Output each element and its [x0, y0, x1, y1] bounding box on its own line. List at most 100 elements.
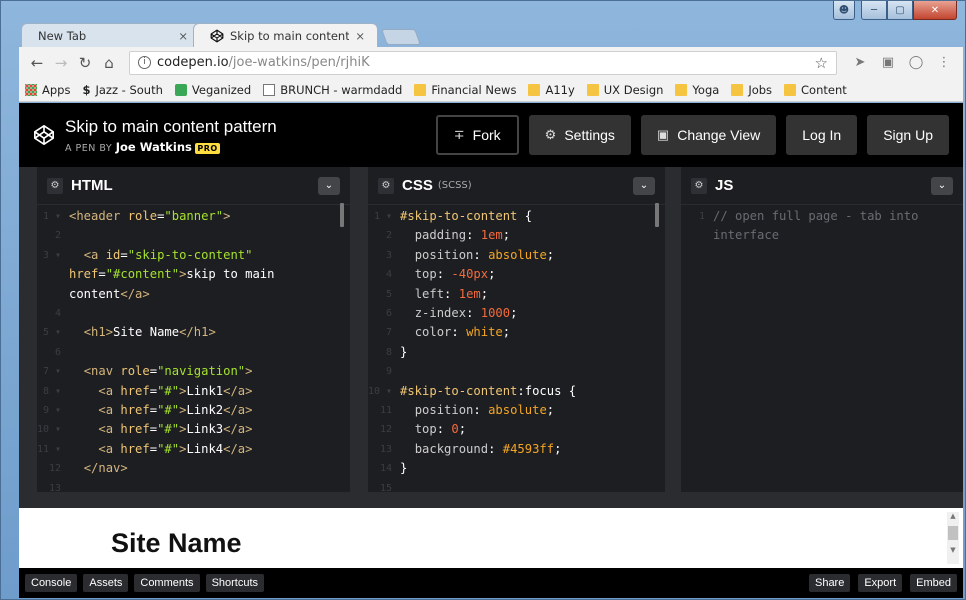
bookmark-veganized[interactable]: Veganized — [174, 82, 252, 97]
share-button[interactable]: Share — [808, 574, 851, 592]
css-editor-title: CSS — [402, 177, 433, 194]
bookmark-label: Apps — [42, 82, 71, 97]
author-link[interactable]: Joe Watkins — [116, 140, 192, 154]
codepen-footer: Console Assets Comments Shortcuts Share … — [19, 568, 963, 598]
bookmark-brunch[interactable]: BRUNCH - warmdadd — [263, 83, 402, 97]
pro-badge: PRO — [195, 142, 220, 154]
html-editor-header: ⚙ HTML ⌄ — [37, 167, 350, 205]
result-preview: Site Name ▲ ▼ — [19, 508, 963, 568]
bookmark-folder-a11y[interactable]: A11y — [528, 82, 575, 97]
close-tab-icon[interactable]: × — [178, 29, 188, 43]
folder-icon — [586, 83, 599, 96]
forward-arrow-icon[interactable]: → — [51, 54, 71, 72]
settings-button[interactable]: ⚙ Settings — [528, 115, 631, 155]
fork-button[interactable]: ∓ Fork — [435, 115, 519, 155]
signup-button[interactable]: Sign Up — [867, 115, 949, 155]
browser-toolbar: ← → ↻ ⌂ i codepen.io /joe-watkins/pen/rj… — [19, 47, 963, 78]
folder-icon — [414, 83, 427, 96]
extension-arrow-icon[interactable]: ➤ — [849, 55, 871, 70]
pen-title: Skip to main content pattern — [65, 116, 277, 136]
bookmark-label: Veganized — [191, 82, 252, 97]
css-editor-scrollbar[interactable] — [655, 203, 659, 227]
tab-label: New Tab — [38, 28, 87, 43]
info-icon[interactable]: i — [138, 56, 151, 69]
gear-icon[interactable]: ⚙ — [47, 177, 63, 194]
bookmark-folder-content[interactable]: Content — [784, 83, 847, 97]
codepen-logo-icon[interactable] — [33, 124, 55, 146]
chevron-down-icon[interactable]: ⌄ — [318, 176, 340, 195]
folder-icon — [731, 83, 744, 96]
tab-codepen[interactable]: Skip to main content pat × — [193, 23, 378, 47]
url-host: codepen.io — [157, 55, 229, 70]
extension-circle-icon[interactable]: ◯ — [905, 55, 927, 70]
reload-icon[interactable]: ↻ — [75, 54, 95, 72]
embed-button[interactable]: Embed — [910, 574, 957, 592]
export-button[interactable]: Export — [858, 574, 903, 592]
byline-prefix: A PEN BY — [65, 142, 113, 154]
bookmark-folder-financial-news[interactable]: Financial News — [414, 83, 516, 97]
preview-resize-bar[interactable] — [19, 492, 963, 508]
tab-new-tab[interactable]: New Tab × — [21, 23, 201, 47]
bookmark-folder-yoga[interactable]: Yoga — [675, 83, 719, 97]
gear-icon[interactable]: ⚙ — [378, 177, 394, 194]
fork-label: Fork — [472, 127, 501, 143]
chevron-down-icon[interactable]: ⌄ — [931, 176, 953, 195]
change-view-button[interactable]: ▣ Change View — [640, 115, 777, 155]
address-bar[interactable]: i codepen.io /joe-watkins/pen/rjhiK ☆ — [129, 50, 837, 75]
browser-window: ☻ ─ ▢ ✕ New Tab × Skip to main content p… — [0, 0, 966, 600]
folder-icon — [528, 83, 541, 96]
preview-scrollbar[interactable]: ▲ ▼ — [947, 512, 959, 564]
bookmark-star-icon[interactable]: ☆ — [815, 54, 828, 72]
settings-label: Settings — [564, 127, 615, 143]
assets-button[interactable]: Assets — [83, 574, 129, 592]
console-button[interactable]: Console — [25, 574, 78, 592]
bookmark-apps[interactable]: Apps — [25, 83, 70, 97]
scroll-thumb[interactable] — [948, 526, 958, 540]
codepen-favicon-icon — [210, 29, 224, 42]
bookmarks-bar: Apps $ Jazz - South Veganized BRUNCH - w… — [19, 78, 963, 102]
css-preprocessor-label: (SCSS) — [437, 180, 472, 191]
scroll-up-icon[interactable]: ▲ — [947, 512, 959, 520]
html-editor-scrollbar[interactable] — [340, 203, 344, 227]
bookmark-label: BRUNCH - warmdadd — [280, 82, 403, 97]
close-tab-icon[interactable]: × — [355, 29, 365, 43]
js-code[interactable]: 1// open full page - tab into interface — [681, 205, 963, 246]
folder-icon — [784, 83, 797, 96]
css-code[interactable]: 1 ▾ #skip-to-content { 2 padding: 1em; 3 … — [368, 205, 665, 498]
bookmark-label: UX Design — [603, 82, 664, 97]
bookmark-folder-jobs[interactable]: Jobs — [731, 83, 772, 97]
scroll-down-icon[interactable]: ▼ — [947, 546, 959, 554]
page-icon — [263, 83, 276, 96]
tab-label: Skip to main content pat — [230, 28, 350, 43]
back-arrow-icon[interactable]: ← — [27, 54, 47, 72]
home-icon[interactable]: ⌂ — [99, 54, 119, 72]
js-editor-header: ⚙ JS ⌄ — [681, 167, 963, 205]
green-square-icon — [174, 83, 187, 96]
shortcuts-button[interactable]: Shortcuts — [205, 574, 265, 592]
layout-icon: ▣ — [656, 127, 670, 142]
gear-icon[interactable]: ⚙ — [691, 177, 707, 194]
url-path: /joe-watkins/pen/rjhiK — [228, 55, 370, 70]
apps-grid-icon — [25, 83, 37, 96]
minimize-button[interactable]: ─ — [861, 1, 887, 20]
bookmark-label: Yoga — [692, 82, 720, 97]
footer-right-actions: Share Export Embed — [801, 574, 957, 592]
login-button[interactable]: Log In — [786, 115, 858, 155]
extension-square-icon[interactable]: ▣ — [877, 55, 899, 70]
user-profile-icon[interactable]: ☻ — [833, 1, 855, 20]
html-code[interactable]: 1 ▾ <header role="banner"> 2 3 ▾ <a id="s… — [37, 205, 350, 498]
close-window-button[interactable]: ✕ — [913, 1, 957, 20]
css-editor-header: ⚙ CSS (SCSS) ⌄ — [368, 167, 665, 205]
fork-icon: ∓ — [453, 127, 465, 142]
chevron-down-icon[interactable]: ⌄ — [633, 176, 655, 195]
menu-kebab-icon[interactable]: ⋮ — [933, 55, 955, 70]
comments-button[interactable]: Comments — [134, 574, 200, 592]
bookmark-folder-ux-design[interactable]: UX Design — [586, 82, 664, 97]
maximize-button[interactable]: ▢ — [887, 1, 913, 20]
bookmark-jazz-south[interactable]: $ Jazz - South — [82, 83, 162, 97]
js-editor-pane: ⚙ JS ⌄ 1// open full page - tab into int… — [681, 167, 963, 492]
bookmark-label: Content — [801, 82, 847, 97]
new-tab-button[interactable] — [381, 29, 421, 45]
bookmark-label: A11y — [545, 82, 575, 97]
codepen-header: Skip to main content pattern A PEN BY Jo… — [19, 103, 963, 167]
